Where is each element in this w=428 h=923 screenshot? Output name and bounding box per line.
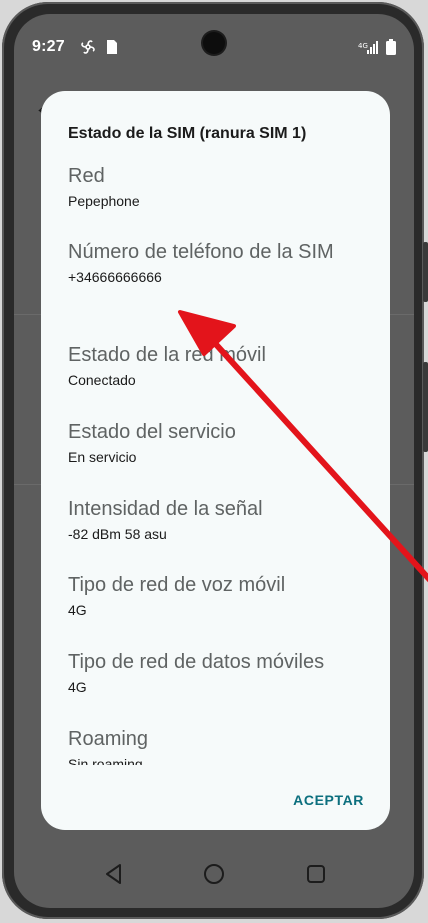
recents-icon[interactable] [302,860,330,888]
volume-button [423,242,428,302]
item-label: Intensidad de la señal [68,498,263,520]
home-icon[interactable] [200,860,228,888]
item-label: Número de teléfono de la SIM [68,241,334,263]
item-value: Conectado [68,372,136,388]
item-label: Estado del servicio [68,421,236,443]
list-item-data-network-type: Tipo de red de datos móviles 4G [68,649,368,696]
item-value: Pepephone [68,193,140,209]
list-item-phone-number: Número de teléfono de la SIM +3466666666… [68,239,368,286]
item-value: -82 dBm 58 asu [68,526,167,542]
back-icon[interactable] [100,860,128,888]
sim-card-icon [106,39,118,60]
battery-icon [386,39,396,60]
list-item-voice-network-type: Tipo de red de voz móvil 4G [68,572,368,619]
status-bar: 9:27 4G [14,14,414,58]
list-item-signal-strength: Intensidad de la señal -82 dBm 58 asu [68,496,368,543]
list-item-service-state: Estado del servicio En servicio [68,419,368,466]
screen: 9:27 4G Estado de la SIM (ranura SIM 1) … [14,14,414,908]
fan-icon [80,39,96,60]
accept-button[interactable]: ACEPTAR [293,792,364,808]
item-value: Sin roaming [68,756,143,765]
item-label: Tipo de red de voz móvil [68,574,286,596]
item-label: Red [68,165,105,187]
sim-status-dialog: Estado de la SIM (ranura SIM 1) Red Pepe… [41,91,390,830]
dialog-scroll-area[interactable]: Red Pepephone Número de teléfono de la S… [41,153,390,765]
signal-icon: 4G [358,40,380,59]
phone-device: 9:27 4G Estado de la SIM (ranura SIM 1) … [0,0,428,923]
item-label: Tipo de red de datos móviles [68,651,325,673]
item-value: 4G [68,602,87,618]
item-value: 4G [68,679,87,695]
list-item-roaming: Roaming Sin roaming [68,726,368,765]
item-value: En servicio [68,449,137,465]
item-value: +34666666666 [68,269,162,285]
power-button [423,362,428,452]
status-time: 9:27 [32,38,65,55]
dialog-title: Estado de la SIM (ranura SIM 1) [68,125,307,142]
svg-text:4G: 4G [358,42,368,50]
navigation-bar [14,850,414,898]
item-label: Estado de la red móvil [68,344,266,366]
list-item-network: Red Pepephone [68,163,368,210]
phone-frame: 9:27 4G Estado de la SIM (ranura SIM 1) … [2,2,428,919]
item-label: Roaming [68,728,149,750]
list-item-mobile-network-state: Estado de la red móvil Conectado [68,342,368,389]
front-camera [203,32,225,54]
